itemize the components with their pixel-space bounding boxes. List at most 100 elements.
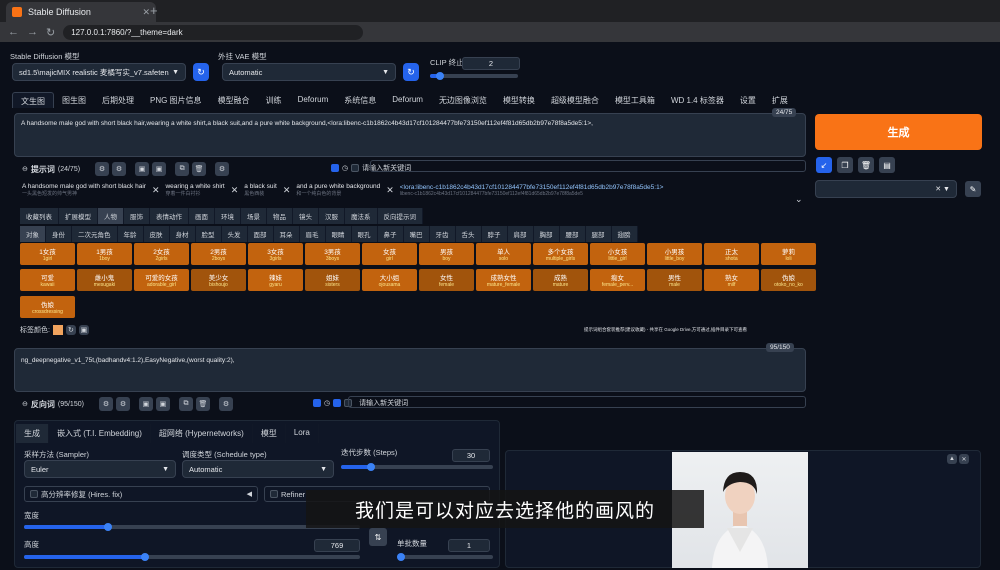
subtab-eyes[interactable]: 眼睛 (325, 226, 352, 242)
tag-button[interactable]: 1女孩 1girl (20, 243, 75, 265)
save-icon[interactable]: ▣ (78, 325, 89, 335)
batch-count-value[interactable]: 1 (448, 539, 490, 552)
settings-icon[interactable]: ⚙ (112, 162, 127, 176)
subtab-waist[interactable]: 腰部 (559, 226, 586, 242)
close-icon[interactable]: ✕ (231, 185, 239, 196)
vae-select[interactable]: Automatic ▼ (222, 63, 396, 81)
hires-fix-toggle[interactable]: 高分辨率修复 (Hires. fix) ◀ (24, 486, 258, 502)
prompt-token[interactable]: a black suit 黑色西装 (244, 183, 277, 197)
close-icon[interactable]: ✕ (152, 185, 160, 196)
tab-deforum-2[interactable]: Deforum (384, 92, 431, 108)
refresh-icon[interactable]: ↻ (65, 325, 76, 335)
tag-button[interactable]: 伪娘 otoko_no_ko (761, 269, 816, 291)
trash-icon[interactable]: 🗑 (858, 157, 874, 173)
color-swatch[interactable] (52, 325, 63, 335)
tab-settings[interactable]: 设置 (732, 92, 764, 108)
tab-extensions[interactable]: 扩展 (764, 92, 796, 108)
tab-magic[interactable]: 魔法系 (345, 208, 378, 224)
refresh-vae-button[interactable]: ↻ (403, 63, 419, 81)
tab-model-toolkit[interactable]: 模型工具箱 (607, 92, 663, 108)
favorite-icon[interactable]: ▣ (138, 397, 153, 411)
tag-button[interactable]: 单人 solo (476, 243, 531, 265)
tag-button[interactable]: 小男孩 little_boy (647, 243, 702, 265)
model-select[interactable]: sd1.5\majicMIX realistic 麦橘写实_v7.safeten… (12, 63, 186, 81)
tag-button[interactable]: 雌小鬼 mesugaki (77, 269, 132, 291)
edit-style-icon[interactable]: ✎ (965, 181, 981, 197)
tag-button[interactable]: 3男孩 3boys (305, 243, 360, 265)
batch-count-slider[interactable] (397, 553, 493, 561)
tab-ext-models[interactable]: 扩展模型 (59, 208, 98, 224)
copy-prompt-icon[interactable]: ⧉ (175, 162, 190, 176)
tab-embedding[interactable]: 嵌入式 (T.I. Embedding) (49, 424, 151, 443)
prompt-textarea[interactable]: A handsome male god with short black hai… (14, 113, 806, 157)
tab-model-convert[interactable]: 模型转换 (495, 92, 543, 108)
close-icon[interactable]: ✕ (959, 454, 969, 464)
prompt-token[interactable]: wearing a white shirt 穿着一件白衬衫 (165, 183, 224, 197)
subtab-body[interactable]: 身材 (169, 226, 196, 242)
subtab-mouth[interactable]: 嘴巴 (403, 226, 430, 242)
history-icon[interactable]: ⚙ (95, 162, 110, 176)
tag-button[interactable]: 痴女 female_perv... (590, 269, 645, 291)
style-icon[interactable]: ▤ (879, 157, 895, 173)
tab-img2img[interactable]: 图生图 (54, 92, 94, 108)
subtab-hair[interactable]: 头发 (221, 226, 248, 242)
subtab-pupils[interactable]: 眼孔 (351, 226, 378, 242)
expand-icon[interactable]: ⌄ (795, 194, 803, 205)
height-value[interactable]: 769 (314, 539, 360, 552)
height-slider[interactable] (24, 553, 360, 561)
tag-button[interactable]: 成熟 mature (533, 269, 588, 291)
copy-icon[interactable]: ❐ (837, 157, 853, 173)
checkbox-disabled[interactable] (351, 164, 360, 172)
tag-button[interactable]: 美少女 bishoujo (191, 269, 246, 291)
tab-models[interactable]: 模型 (253, 424, 286, 443)
sampler-select[interactable]: Euler ▼ (24, 460, 176, 478)
gear-icon[interactable]: ⚙ (215, 162, 230, 176)
tag-button[interactable]: 可爱的女孩 adorable_girl (134, 269, 189, 291)
subtab-wings[interactable]: 翅膀 (611, 226, 638, 242)
collapse-icon[interactable]: ⊖ (22, 165, 28, 173)
tag-button[interactable]: 熟女 milf (704, 269, 759, 291)
new-tab-icon[interactable]: + (150, 3, 158, 18)
reload-icon[interactable]: ↻ (46, 26, 55, 39)
hires-checkbox[interactable] (30, 490, 38, 498)
close-icon[interactable]: ✕ (283, 185, 291, 196)
tag-button[interactable]: 姐妹 sisters (305, 269, 360, 291)
tab-generate[interactable]: 生成 (16, 424, 49, 443)
close-icon[interactable]: ✕ (386, 185, 394, 196)
tab-merge[interactable]: 模型融合 (210, 92, 258, 108)
schedule-select[interactable]: Automatic ▼ (182, 460, 334, 478)
browser-tab[interactable]: Stable Diffusion ✕ (6, 2, 156, 22)
negative-keyword-input[interactable] (348, 396, 806, 408)
tag-button[interactable]: 2男孩 2boys (191, 243, 246, 265)
delete-prompt-icon[interactable]: 🗑 (195, 397, 210, 411)
tag-button[interactable]: 可爱 kawaii (20, 269, 75, 291)
delete-prompt-icon[interactable]: 🗑 (192, 162, 207, 176)
copy-prompt-icon[interactable]: ⧉ (178, 397, 193, 411)
tag-button[interactable]: 小女孩 little_girl (590, 243, 645, 265)
tag-button[interactable]: 大小姐 ojousama (362, 269, 417, 291)
save-icon[interactable]: ▣ (152, 162, 167, 176)
tab-negative-prompt[interactable]: 反向提示词 (377, 208, 423, 224)
save-icon[interactable]: ▣ (155, 397, 170, 411)
tab-favorites[interactable]: 收藏列表 (20, 208, 59, 224)
tab-items[interactable]: 物品 (267, 208, 293, 224)
tab-train[interactable]: 训练 (258, 92, 290, 108)
tab-lora[interactable]: Lora (286, 424, 319, 443)
subtab-ears[interactable]: 耳朵 (273, 226, 300, 242)
tag-button[interactable]: 成熟女性 mature_female (476, 269, 531, 291)
close-tab-icon[interactable]: ✕ (142, 7, 150, 18)
paste-icon[interactable]: ↙ (816, 157, 832, 173)
checkbox-enabled[interactable] (331, 164, 339, 172)
generate-button[interactable]: 生成 (815, 114, 982, 150)
steps-slider[interactable] (341, 463, 493, 471)
subtab-shoulders[interactable]: 肩部 (507, 226, 534, 242)
tag-button[interactable]: 女性 female (419, 269, 474, 291)
tab-scene[interactable]: 场景 (241, 208, 267, 224)
refiner-checkbox[interactable] (270, 490, 278, 498)
subtab-object[interactable]: 对象 (20, 226, 46, 242)
url-field[interactable]: 127.0.0.1:7860/?__theme=dark (63, 24, 364, 40)
subtab-face[interactable]: 脸型 (195, 226, 222, 242)
settings-icon[interactable]: ⚙ (115, 397, 130, 411)
tag-button[interactable]: 伪娘 crossdressing (20, 296, 75, 318)
clip-value[interactable]: 2 (462, 57, 520, 70)
